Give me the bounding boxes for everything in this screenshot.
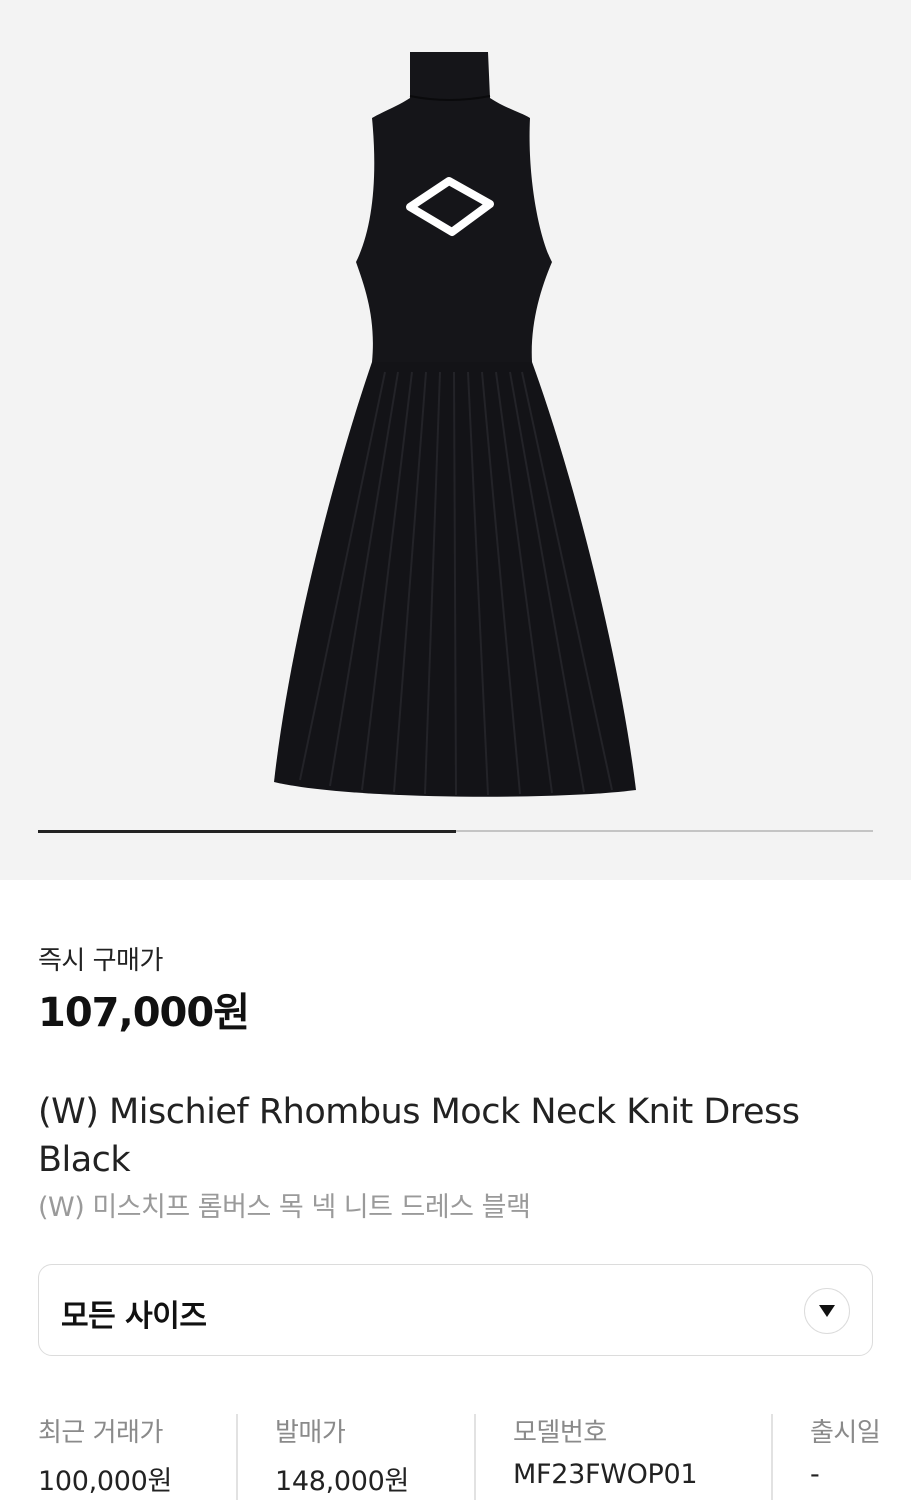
detail-label: 출시일: [810, 1418, 881, 1448]
detail-release-date: 출시일 -: [810, 1412, 881, 1500]
detail-label: 발매가: [275, 1418, 346, 1448]
size-select[interactable]: 모든 사이즈: [38, 1264, 873, 1356]
detail-recent-price: 최근 거래가 100,000원: [38, 1412, 172, 1500]
detail-divider: [474, 1414, 476, 1500]
carousel-indicator-fill: [38, 829, 456, 833]
detail-value: 148,000원: [275, 1466, 410, 1497]
detail-divider: [236, 1414, 238, 1500]
instant-buy-label: 즉시 구매가: [38, 946, 163, 976]
product-title-ko: (W) 미스치프 롬버스 목 넥 니트 드레스 블랙: [38, 1192, 531, 1223]
dress-image: [274, 52, 636, 797]
product-image-carousel[interactable]: [0, 0, 911, 880]
product-details: 최근 거래가 100,000원 발매가 148,000원 모델번호 MF23FW…: [0, 1412, 911, 1500]
detail-label: 모델번호: [513, 1418, 607, 1448]
detail-value: -: [810, 1459, 820, 1490]
size-select-label: 모든 사이즈: [61, 1299, 207, 1334]
detail-release-price: 발매가 148,000원: [275, 1412, 409, 1500]
detail-value: MF23FWOP01: [513, 1459, 698, 1490]
instant-buy-price: 107,000원: [38, 990, 250, 1036]
detail-divider: [771, 1414, 773, 1500]
detail-value: 100,000원: [38, 1466, 173, 1497]
product-title-en: (W) Mischief Rhombus Mock Neck Knit Dres…: [38, 1092, 800, 1180]
carousel-indicator: [38, 829, 873, 833]
detail-model-number: 모델번호 MF23FWOP01: [513, 1412, 698, 1500]
chevron-down-icon[interactable]: [804, 1288, 850, 1334]
detail-label: 최근 거래가: [38, 1418, 163, 1448]
